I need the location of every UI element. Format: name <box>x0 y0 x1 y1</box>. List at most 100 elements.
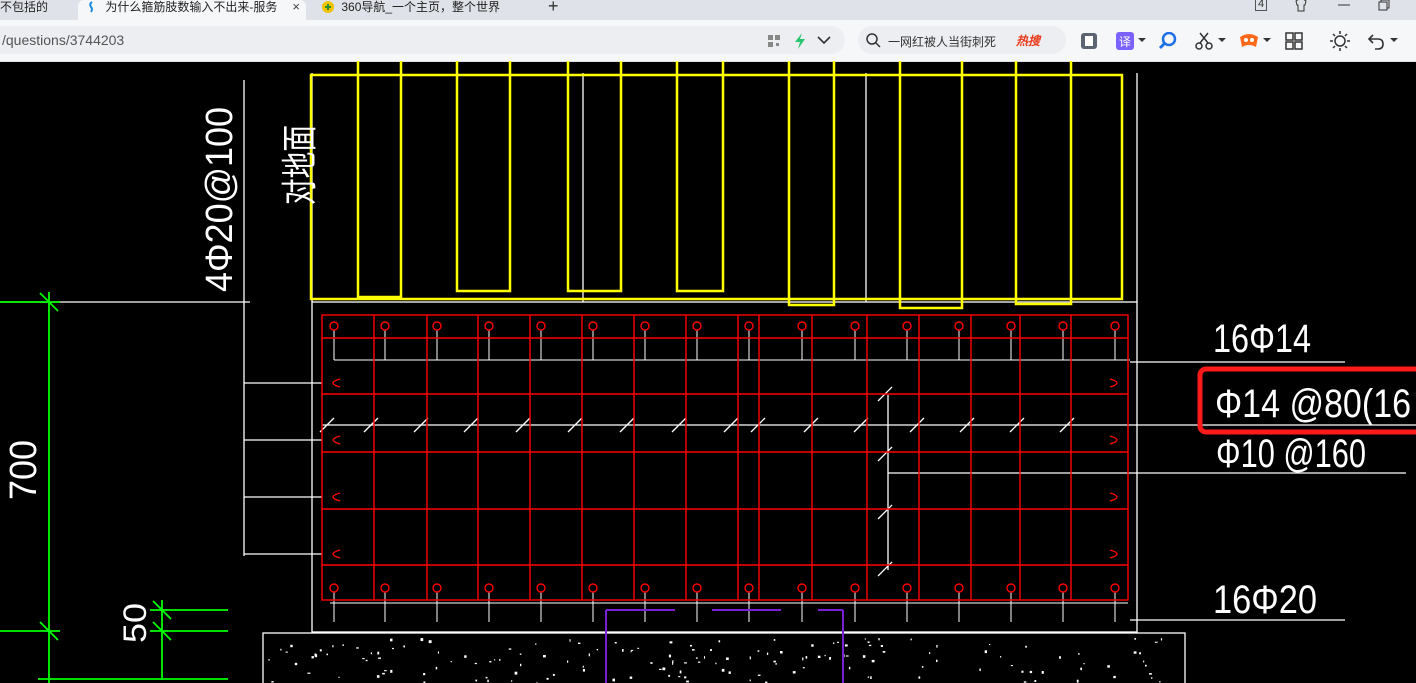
speckle <box>362 658 365 660</box>
speckle <box>910 638 912 641</box>
game-dropdown-icon[interactable] <box>1263 38 1271 44</box>
speckle <box>390 638 393 642</box>
speckle <box>792 671 796 674</box>
close-tab-icon[interactable]: × <box>292 0 300 14</box>
speckle <box>342 644 344 646</box>
speckle <box>721 668 725 672</box>
minimize-icon[interactable] <box>1337 0 1351 12</box>
speckle <box>370 652 372 655</box>
speckle <box>543 655 546 658</box>
speckle <box>546 677 549 680</box>
qr-code-icon[interactable] <box>768 35 780 47</box>
tab-strip: 不包括的 为什么箍筋肢数输入不出来-服务 × 360导航_一个主页，整个世界 +… <box>0 0 1416 20</box>
tab-3-label: 360导航_一个主页，整个世界 <box>341 0 501 14</box>
speckle <box>474 662 477 665</box>
magnifier-icon[interactable] <box>1158 32 1178 50</box>
speckle <box>319 649 322 652</box>
speckle <box>1076 679 1079 683</box>
top-rebar-dot <box>1110 321 1120 331</box>
purple-lines <box>605 609 844 683</box>
speckle <box>867 641 870 643</box>
speckle <box>1000 656 1002 658</box>
cad-drawing: 4Φ20@100 对地面 16Φ14 Φ14 @80(16 Φ10 @160 1… <box>0 61 1416 683</box>
speckle <box>882 651 886 653</box>
scissors-icon[interactable] <box>1195 32 1213 50</box>
speckle <box>356 647 359 649</box>
speckle <box>773 660 776 663</box>
speckle <box>475 679 478 682</box>
speckle <box>1078 653 1080 655</box>
speckle <box>766 652 769 655</box>
top-rebar-dot <box>954 321 964 331</box>
top-rebar-dot <box>902 321 912 331</box>
scissors-dropdown-icon[interactable] <box>1218 38 1226 44</box>
top-rebar-dot <box>588 321 598 331</box>
speckle <box>726 657 729 660</box>
speckle <box>650 662 653 664</box>
hot-search-badge[interactable]: 热搜 <box>1016 32 1040 49</box>
speckle <box>704 656 705 659</box>
top-rebar-dot <box>692 321 702 331</box>
speckle <box>679 670 682 674</box>
search-box[interactable]: 一网红被人当街刺死 热搜 <box>858 26 1066 54</box>
game-icon[interactable] <box>1238 31 1260 51</box>
speckle <box>487 679 489 683</box>
speckle <box>294 662 298 666</box>
book-icon[interactable] <box>1080 32 1098 50</box>
highlight-boxes <box>309 61 1124 310</box>
left-side-label: 对地面 <box>279 125 320 205</box>
speckle <box>844 644 848 647</box>
speckle <box>979 668 981 671</box>
window-count-badge[interactable]: 4 <box>1255 0 1268 11</box>
speckle <box>1010 665 1013 667</box>
address-bar[interactable]: /questions/3744203 <box>0 26 845 54</box>
translate-dropdown-icon[interactable] <box>1138 38 1146 44</box>
bottom-rebar-dot <box>902 583 912 593</box>
speckle <box>582 669 585 672</box>
speckle <box>678 676 681 678</box>
speckle <box>695 657 698 659</box>
undo-icon[interactable] <box>1367 32 1385 50</box>
tab-3[interactable]: 360导航_一个主页，整个世界 <box>312 0 532 20</box>
bottom-rebar-dot <box>484 583 494 593</box>
speckle <box>376 675 380 678</box>
speckle <box>757 650 760 652</box>
speckle <box>1160 638 1163 641</box>
speckle <box>450 661 453 663</box>
new-tab-button[interactable]: + <box>548 0 559 17</box>
brightness-icon[interactable] <box>1330 31 1350 51</box>
tab-1[interactable]: 不包括的 <box>0 0 72 20</box>
undo-dropdown-icon[interactable] <box>1390 38 1398 44</box>
bottom-rebar-dot <box>850 583 860 593</box>
speckle <box>629 676 633 679</box>
speckle <box>1029 670 1033 674</box>
speckle <box>307 672 311 674</box>
speckle <box>829 657 831 660</box>
speckle <box>520 663 522 667</box>
apps-grid-icon[interactable] <box>1285 32 1303 50</box>
address-bar-row: /questions/3744203 一网红被人当街刺死 热搜 译 <box>0 20 1416 62</box>
speckle <box>420 638 424 642</box>
shirt-skin-icon[interactable] <box>1293 0 1309 12</box>
speckle <box>837 641 839 643</box>
speckle <box>435 666 438 670</box>
speckle <box>332 645 334 648</box>
top-rebar-dot <box>797 321 807 331</box>
speckle <box>929 652 931 655</box>
speckle <box>489 661 492 663</box>
bottom-rebar-dot <box>954 583 964 593</box>
chevron-down-icon[interactable] <box>817 35 831 45</box>
lightning-icon[interactable] <box>793 33 807 49</box>
speckle <box>578 642 581 644</box>
translate-icon[interactable]: 译 <box>1116 32 1134 50</box>
bottom-rebar-dot <box>588 583 598 593</box>
speckle <box>1059 656 1061 659</box>
restore-icon[interactable] <box>1377 0 1391 12</box>
top-rebar-dot <box>1058 321 1068 331</box>
speckle <box>775 663 777 665</box>
speckle <box>390 669 393 673</box>
tab-active[interactable]: 为什么箍筋肢数输入不出来-服务 × <box>78 0 306 20</box>
speckle <box>824 654 826 657</box>
speckle <box>499 658 501 661</box>
search-icon <box>866 33 881 48</box>
